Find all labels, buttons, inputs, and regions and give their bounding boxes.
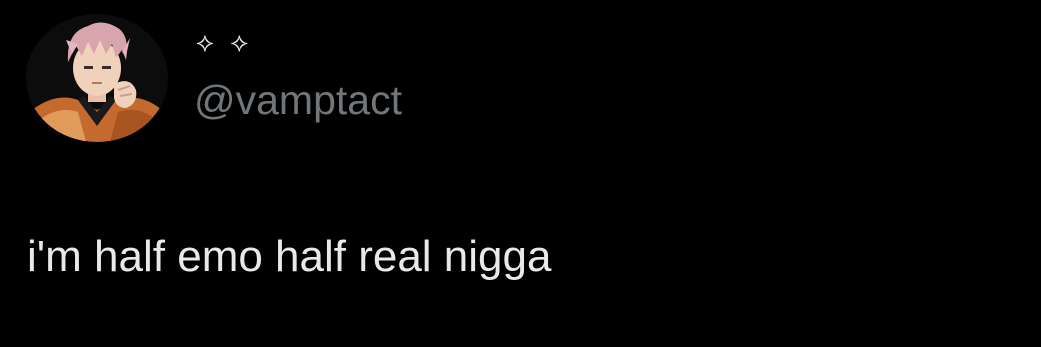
user-handle[interactable]: @vamptact <box>194 74 402 126</box>
tweet-card: ⟡ ⟡ @vamptact i'm half emo half real nig… <box>0 0 1041 347</box>
profile-avatar[interactable] <box>26 14 168 142</box>
avatar-illustration <box>26 14 168 142</box>
tweet-text: i'm half emo half real nigga <box>27 232 552 281</box>
display-name[interactable]: ⟡ ⟡ <box>196 28 252 58</box>
